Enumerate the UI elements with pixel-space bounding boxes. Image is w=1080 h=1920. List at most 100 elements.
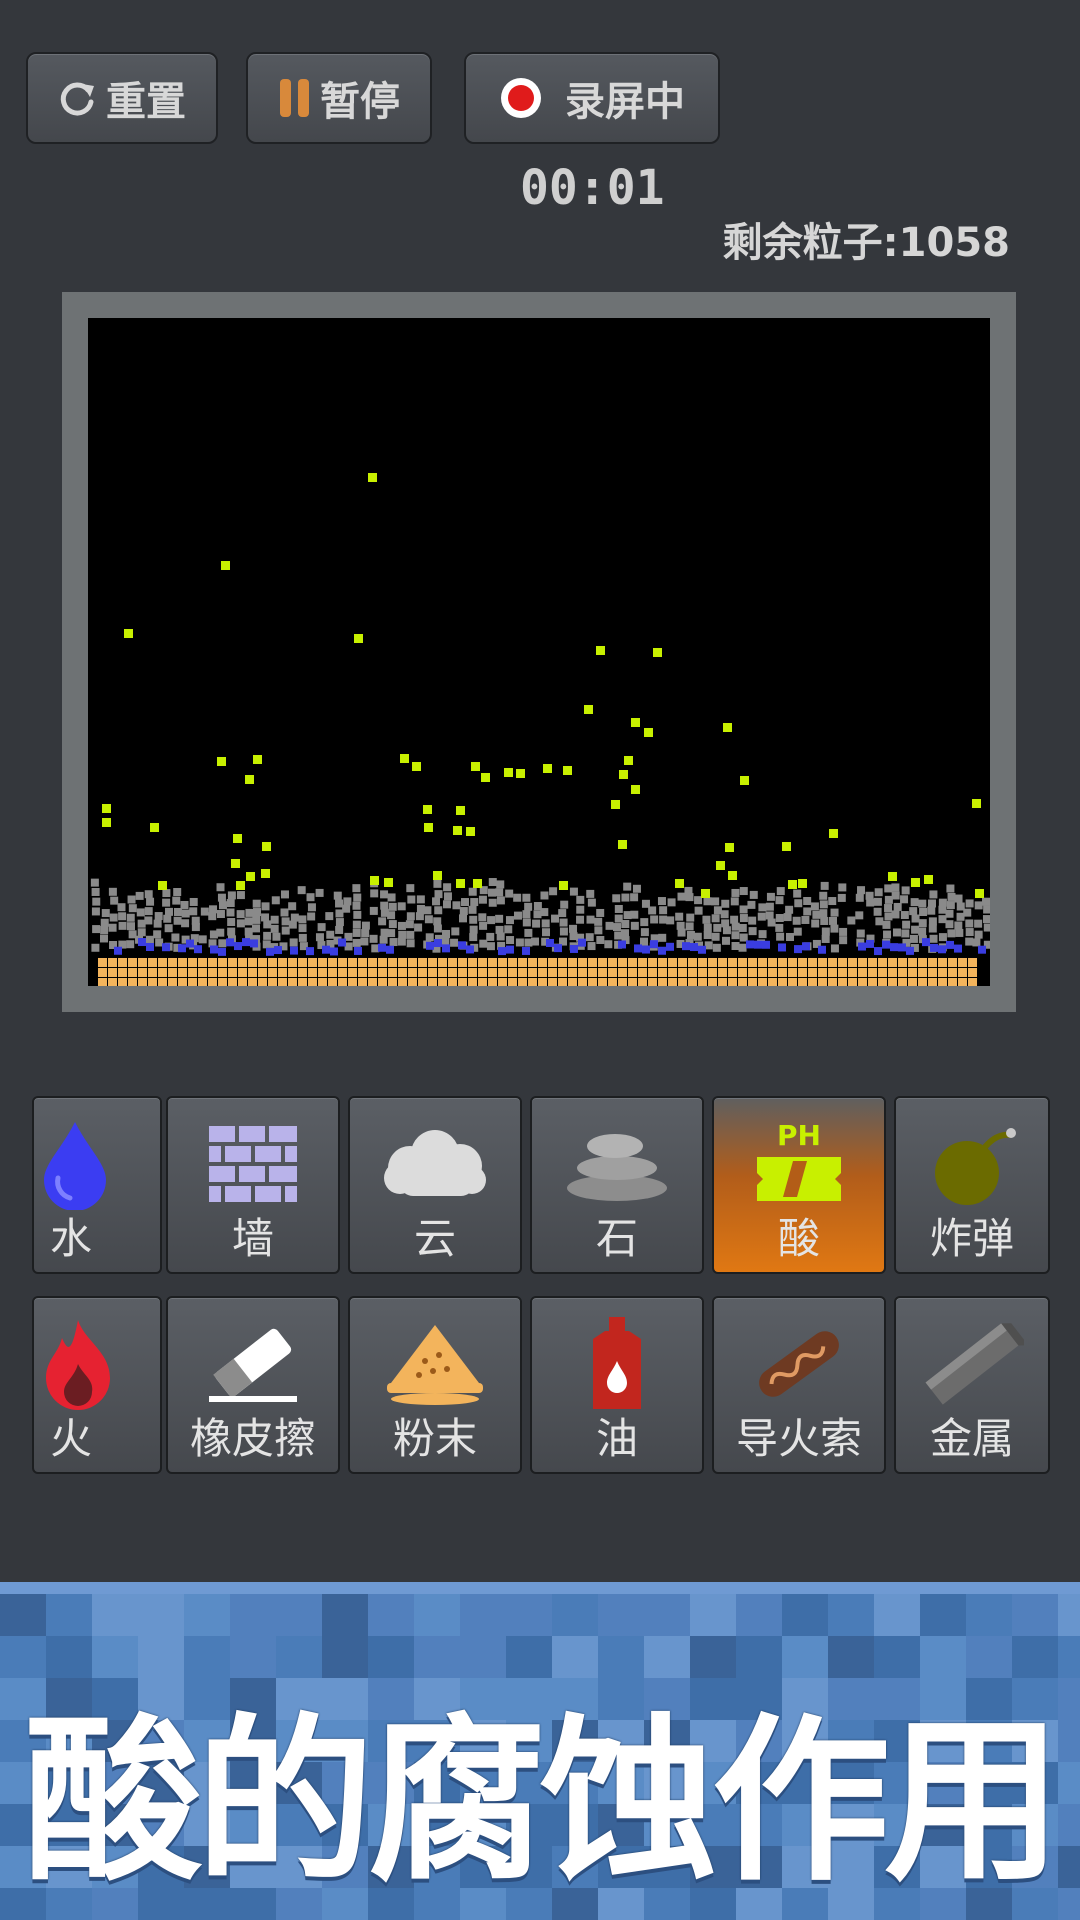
element-tile[interactable]: 水: [32, 1096, 162, 1274]
powder-particle: [788, 958, 797, 967]
simulation-canvas[interactable]: [88, 318, 990, 986]
banner-mosaic-cell: [920, 1594, 966, 1636]
powder-particle: [878, 978, 887, 986]
acid-particle: [644, 728, 653, 737]
water-particle: [882, 940, 890, 949]
powder-particle: [958, 958, 967, 967]
water-particle: [866, 939, 874, 948]
powder-particle: [908, 958, 917, 967]
water-particle: [386, 945, 394, 954]
element-tile[interactable]: 石: [530, 1096, 704, 1274]
water-particle: [570, 944, 578, 953]
powder-particle: [508, 968, 517, 977]
powder-particle: [258, 978, 267, 986]
stone-particle: [378, 917, 387, 926]
banner-mosaic-cell: [598, 1594, 644, 1636]
stone-particle: [171, 933, 180, 942]
stone-particle: [442, 900, 451, 909]
powder-particle: [278, 958, 287, 967]
powder-particle: [898, 958, 907, 967]
stone-particle: [974, 901, 983, 910]
powder-particle: [378, 958, 387, 967]
element-tile[interactable]: PH 酸: [712, 1096, 886, 1274]
stone-particle: [236, 910, 245, 919]
element-tile[interactable]: 墙: [166, 1096, 340, 1274]
stone-particle: [711, 914, 720, 923]
powder-particle: [928, 978, 937, 986]
stone-particle: [281, 926, 290, 935]
stone-particle: [875, 917, 884, 926]
element-tile[interactable]: 导火索: [712, 1296, 886, 1474]
remaining-particles-counter: 剩余粒子:1058: [722, 220, 1010, 266]
stone-particle: [938, 915, 947, 924]
stone-particle: [856, 929, 865, 938]
element-tile[interactable]: 火: [32, 1296, 162, 1474]
powder-particle: [188, 978, 197, 986]
stone-particle: [406, 939, 415, 948]
element-tile[interactable]: 油: [530, 1296, 704, 1474]
water-particle: [186, 939, 194, 948]
banner-mosaic-cell: [552, 1594, 598, 1636]
powder-particle: [98, 958, 107, 967]
stone-particle: [227, 917, 236, 926]
powder-particle: [848, 968, 857, 977]
powder-particle: [538, 958, 547, 967]
stone-particle: [216, 910, 225, 919]
stone-particle: [685, 893, 694, 902]
water-particle: [818, 945, 826, 954]
element-tile[interactable]: 云: [348, 1096, 522, 1274]
stone-particle: [504, 925, 513, 934]
powder-particle: [548, 968, 557, 977]
banner-title: 酸的腐蚀作用: [24, 1698, 1062, 1905]
banner-mosaic-cell: [276, 1594, 322, 1636]
acid-particle: [619, 770, 628, 779]
powder-particle: [448, 958, 457, 967]
stone-particle: [369, 934, 378, 943]
stone-particle: [163, 914, 172, 923]
stone-particle: [425, 933, 434, 942]
element-tile-label: 金属: [929, 1414, 1014, 1463]
powder-particle: [668, 958, 677, 967]
powder-particle: [768, 978, 777, 986]
acid-particle: [158, 881, 167, 890]
stone-particle: [540, 908, 549, 917]
powder-particle: [918, 958, 927, 967]
powder-particle: [748, 978, 757, 986]
powder-particle: [238, 968, 247, 977]
stone-particle: [522, 893, 531, 902]
banner-mosaic-cell: [322, 1594, 368, 1636]
stone-particle: [217, 893, 226, 902]
pause-button[interactable]: 暂停: [246, 52, 432, 144]
powder-particle: [598, 968, 607, 977]
stone-particle: [585, 933, 594, 942]
banner-mosaic-cell: [46, 1594, 92, 1636]
element-tile[interactable]: 金属: [894, 1296, 1050, 1474]
reset-button[interactable]: 重置: [26, 52, 218, 144]
banner-mosaic-cell: [506, 1594, 552, 1636]
acid-particle: [624, 756, 633, 765]
powder-particle: [518, 978, 527, 986]
powder-particle: [178, 958, 187, 967]
element-tile[interactable]: 橡皮擦: [166, 1296, 340, 1474]
powder-particle: [208, 968, 217, 977]
record-button[interactable]: 录屏中: [464, 52, 720, 144]
stone-particle: [99, 934, 108, 943]
powder-particle: [938, 978, 947, 986]
powder-particle: [408, 978, 417, 986]
stone-particle: [758, 903, 767, 912]
stone-particle: [388, 920, 397, 929]
powder-particle: [558, 968, 567, 977]
element-tile[interactable]: 粉末: [348, 1296, 522, 1474]
water-particle: [226, 938, 234, 947]
stone-particle: [261, 902, 270, 911]
stone-particle: [397, 921, 406, 930]
powder-particle: [488, 958, 497, 967]
svg-text:PH: PH: [777, 1119, 821, 1152]
stone-particle: [253, 908, 262, 917]
stone-particle: [162, 898, 171, 907]
element-tile[interactable]: 炸弹: [894, 1096, 1050, 1274]
stone-particle: [820, 881, 829, 890]
fuse-icon: [714, 1316, 884, 1412]
stone-particle: [640, 928, 649, 937]
powder-particle: [788, 978, 797, 986]
